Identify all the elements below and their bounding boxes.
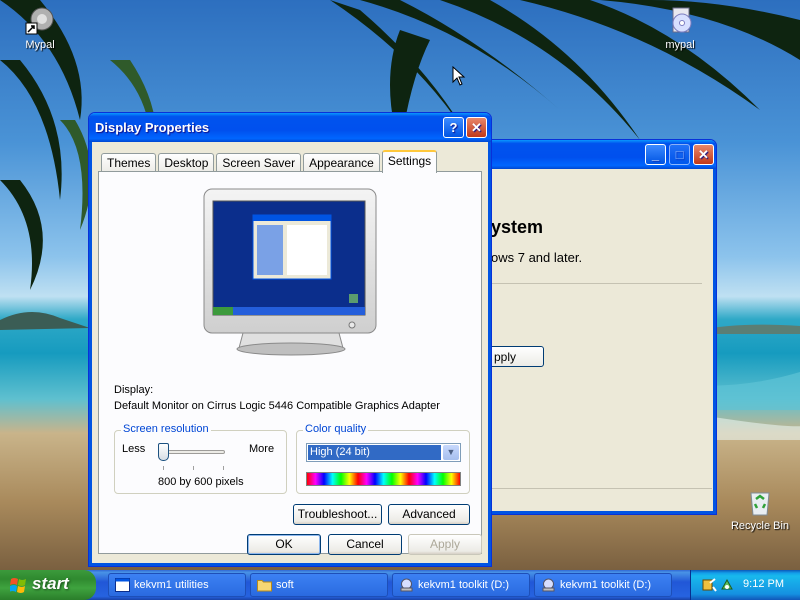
taskbar-item-label: soft	[276, 579, 294, 591]
network-tools-icon[interactable]	[701, 577, 717, 593]
minimize-icon: _	[651, 147, 660, 162]
background-window[interactable]: _ □ ✕ ystem ows 7 and later. pply	[466, 139, 717, 515]
background-window-text: ows 7 and later.	[491, 250, 583, 265]
color-quality-select[interactable]: High (24 bit) ▼	[306, 443, 461, 462]
close-icon: ✕	[698, 147, 709, 162]
display-label: Display:	[114, 384, 154, 396]
color-quality-legend: Color quality	[303, 423, 369, 435]
slider-tick	[193, 466, 194, 470]
color-quality-group: Color quality High (24 bit) ▼	[296, 423, 470, 494]
window-icon	[115, 578, 130, 592]
close-button[interactable]: ✕	[693, 144, 714, 165]
taskbar-item-kekvm1-toolkit-1[interactable]: kekvm1 toolkit (D:)	[392, 573, 530, 597]
less-label: Less	[122, 443, 146, 455]
taskbar-item-soft[interactable]: soft	[250, 573, 388, 597]
cd-drive-icon	[542, 578, 555, 592]
system-tray: 9:12 PM	[690, 570, 800, 600]
taskbar: start kekvm1 utilities soft kekvm1 toolk…	[0, 570, 800, 600]
status-bar	[471, 488, 712, 510]
resolution-value: 800 by 600 pixels	[158, 476, 244, 488]
mypal-shortcut-icon	[25, 7, 54, 35]
taskbar-item-label: kekvm1 toolkit (D:)	[418, 579, 510, 591]
color-spectrum-bar	[306, 472, 461, 486]
taskbar-item-label: kekvm1 utilities	[134, 579, 209, 591]
safely-remove-hardware-icon[interactable]	[719, 577, 735, 593]
tab-strip: Themes Desktop Screen Saver Appearance S…	[101, 150, 439, 173]
taskbar-item-label: kekvm1 toolkit (D:)	[560, 579, 652, 591]
close-button[interactable]: ✕	[466, 117, 487, 138]
resolution-slider-track[interactable]	[163, 450, 225, 454]
close-icon: ✕	[471, 120, 482, 135]
desktop-icon-label: Mypal	[25, 39, 55, 51]
tab-screen-saver[interactable]: Screen Saver	[216, 153, 302, 172]
taskbar-item-kekvm1-utilities[interactable]: kekvm1 utilities	[108, 573, 246, 597]
mypal-cd-icon	[672, 7, 692, 33]
advanced-button[interactable]: Advanced	[388, 504, 470, 525]
cancel-button[interactable]: Cancel	[328, 534, 402, 555]
display-adapter-value: Default Monitor on Cirrus Logic 5446 Com…	[114, 400, 440, 412]
resolution-slider-thumb[interactable]	[158, 443, 169, 461]
maximize-icon: □	[675, 147, 684, 162]
display-properties-dialog[interactable]: Display Properties ? ✕ Themes Desktop Sc…	[88, 112, 492, 567]
windows-flag-icon	[10, 578, 26, 593]
more-label: More	[249, 443, 275, 455]
dialog-title: Display Properties	[95, 120, 210, 135]
minimize-button[interactable]: _	[645, 144, 666, 165]
clock[interactable]: 9:12 PM	[743, 578, 784, 590]
taskbar-item-kekvm1-toolkit-2[interactable]: kekvm1 toolkit (D:)	[534, 573, 672, 597]
start-button[interactable]: start	[0, 570, 96, 600]
dialog-body: Themes Desktop Screen Saver Appearance S…	[92, 142, 488, 563]
tab-themes[interactable]: Themes	[101, 153, 157, 172]
monitor-preview-icon	[203, 188, 377, 356]
maximize-button[interactable]: □	[669, 144, 690, 165]
background-window-content: ystem ows 7 and later. pply	[471, 169, 712, 510]
dialog-titlebar[interactable]: Display Properties ? ✕	[89, 113, 491, 142]
mouse-cursor-icon	[452, 66, 466, 86]
help-button[interactable]: ?	[443, 117, 464, 138]
divider	[491, 283, 702, 284]
screen-resolution-group: Screen resolution Less More 800 by 600 p…	[114, 423, 287, 494]
settings-tab-panel: Display: Default Monitor on Cirrus Logic…	[98, 171, 482, 554]
folder-icon	[257, 580, 272, 592]
desktop-icon-label: mypal	[665, 39, 695, 51]
desktop-icon-mypal-cd[interactable]: mypal	[650, 5, 710, 51]
tab-appearance[interactable]: Appearance	[303, 153, 380, 172]
cd-drive-icon	[400, 578, 413, 592]
color-quality-value: High (24 bit)	[308, 445, 441, 460]
desktop-icon-mypal-shortcut[interactable]: Mypal	[10, 5, 70, 51]
start-label: start	[32, 574, 69, 593]
troubleshoot-button[interactable]: Troubleshoot...	[293, 504, 382, 525]
desktop-icon-label: Recycle Bin	[730, 520, 790, 532]
apply-button[interactable]: Apply	[408, 534, 482, 555]
slider-tick	[223, 466, 224, 470]
recycle-bin-icon	[750, 492, 770, 516]
slider-tick	[163, 466, 164, 470]
tab-desktop[interactable]: Desktop	[158, 153, 215, 172]
tab-settings[interactable]: Settings	[381, 150, 438, 173]
background-window-heading: ystem	[491, 217, 544, 237]
desktop-icon-recycle-bin[interactable]: Recycle Bin	[728, 486, 792, 532]
ok-button[interactable]: OK	[247, 534, 321, 555]
help-icon: ?	[449, 120, 458, 135]
screen-resolution-legend: Screen resolution	[121, 423, 211, 435]
chevron-down-icon[interactable]: ▼	[443, 445, 459, 460]
background-apply-button[interactable]: pply	[489, 346, 544, 367]
background-window-titlebar[interactable]: _ □ ✕	[467, 140, 716, 169]
